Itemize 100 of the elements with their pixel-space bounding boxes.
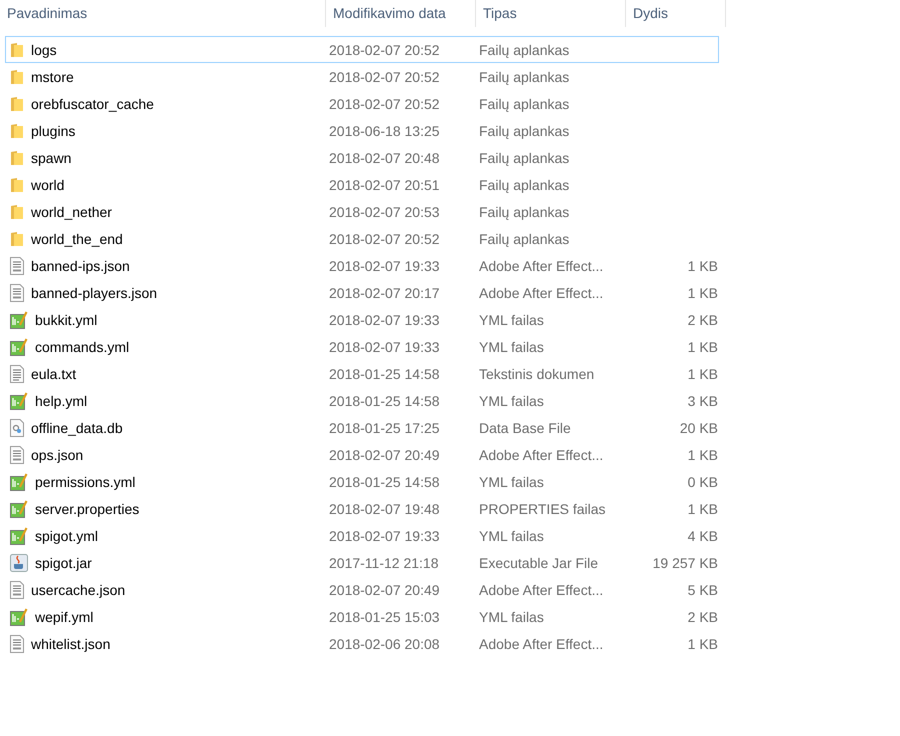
- type-cell-text: Failų aplankas: [478, 42, 570, 58]
- file-row[interactable]: spawn 2018-02-07 20:48 Failų aplankas: [5, 144, 719, 171]
- file-row[interactable]: whitelist.json 2018-02-06 20:08 Adobe After Effect... 1 KB: [5, 630, 719, 657]
- file-name: help.yml: [35, 392, 88, 408]
- json-file-icon: [10, 284, 24, 302]
- file-name: banned-players.json: [31, 284, 158, 300]
- file-row[interactable]: logs 2018-02-07 20:52 Failų aplankas: [5, 36, 719, 63]
- size-cell-text: 1 KB: [686, 258, 718, 274]
- file-row[interactable]: server.properties 2018-02-07 19:48 PROPERTIES failas 1 KB: [5, 495, 719, 522]
- file-name: bukkit.yml: [35, 312, 98, 328]
- file-name: plugins: [31, 122, 76, 138]
- file-row[interactable]: usercache.json 2018-02-07 20:49 Adobe After Effect... 5 KB: [5, 576, 719, 603]
- chart-pencil-file-icon: [10, 392, 28, 410]
- file-name: server.properties: [35, 500, 140, 516]
- column-header[interactable]: Dydis: [626, 0, 726, 27]
- file-row[interactable]: wepif.yml 2018-01-25 15:03 YML failas 2 KB: [5, 603, 719, 630]
- folder-icon: [10, 230, 24, 246]
- file-row[interactable]: mstore 2018-02-07 20:52 Failų aplankas: [5, 63, 719, 90]
- type-cell-text: Adobe After Effect...: [478, 582, 604, 598]
- column-header[interactable]: Tipas: [476, 0, 626, 27]
- json-file-icon: [10, 580, 24, 598]
- size-cell-text: 4 KB: [686, 528, 718, 544]
- type-cell-text: Adobe After Effect...: [478, 258, 604, 274]
- file-row[interactable]: plugins 2018-06-18 13:25 Failų aplankas: [5, 117, 719, 144]
- date-cell-text: 2018-06-18 13:25: [328, 122, 441, 138]
- file-row[interactable]: world_nether 2018-02-07 20:53 Failų aplankas: [5, 198, 719, 225]
- file-row[interactable]: permissions.yml 2018-01-25 14:58 YML failas 0 KB: [5, 468, 719, 495]
- type-cell-text: YML failas: [478, 392, 545, 408]
- file-row[interactable]: help.yml 2018-01-25 14:58 YML failas 3 KB: [5, 387, 719, 414]
- file-row[interactable]: world_the_end 2018-02-07 20:52 Failų aplankas: [5, 225, 719, 252]
- type-cell-text: Failų aplankas: [478, 176, 570, 192]
- json-file-icon: [10, 446, 24, 464]
- type-cell-text: PROPERTIES failas: [478, 500, 607, 516]
- date-cell-text: 2018-02-06 20:08: [328, 636, 441, 652]
- type-cell-text: YML failas: [478, 528, 545, 544]
- file-row[interactable]: eula.txt 2018-01-25 14:58 Tekstinis dokumen 1 KB: [5, 360, 719, 387]
- type-cell-text: Failų aplankas: [478, 230, 570, 246]
- date-cell-text: 2018-01-25 15:03: [328, 608, 441, 624]
- type-cell-text: Failų aplankas: [478, 204, 570, 220]
- json-file-icon: [10, 634, 24, 652]
- date-cell-text: 2018-02-07 20:52: [328, 68, 441, 84]
- size-cell-text: 2 KB: [686, 312, 718, 328]
- date-cell-text: 2018-02-07 20:49: [328, 446, 441, 462]
- file-row[interactable]: world 2018-02-07 20:51 Failų aplankas: [5, 171, 719, 198]
- file-name: whitelist.json: [31, 636, 110, 652]
- file-name: usercache.json: [31, 582, 126, 598]
- type-cell-text: Adobe After Effect...: [478, 636, 604, 652]
- date-cell-text: 2018-02-07 20:17: [328, 284, 441, 300]
- file-name: world: [31, 176, 64, 192]
- size-cell-text: 1 KB: [686, 636, 718, 652]
- file-name: ops.json: [31, 446, 84, 462]
- file-row[interactable]: spigot.jar 2017-11-12 21:18 Executable Jar File 19 257 KB: [5, 549, 719, 576]
- folder-icon: [10, 96, 24, 112]
- size-cell-text: 1 KB: [686, 366, 718, 382]
- column-header[interactable]: Modifikavimo data: [326, 0, 476, 27]
- text-file-icon: [10, 364, 24, 382]
- file-row[interactable]: spigot.yml 2018-02-07 19:33 YML failas 4 KB: [5, 522, 719, 549]
- type-cell-text: Failų aplankas: [478, 96, 570, 112]
- type-cell-text: Executable Jar File: [478, 554, 600, 570]
- file-name: orebfuscator_cache: [31, 96, 154, 112]
- file-name: world_nether: [31, 204, 112, 220]
- file-name: mstore: [31, 68, 74, 84]
- file-name: world_the_end: [31, 230, 123, 246]
- size-cell-text: 1 KB: [686, 500, 718, 516]
- file-row[interactable]: commands.yml 2018-02-07 19:33 YML failas 1 KB: [5, 333, 719, 360]
- date-cell-text: 2018-01-25 14:58: [328, 474, 441, 490]
- type-cell-text: Failų aplankas: [478, 150, 570, 166]
- type-cell-text: YML failas: [478, 338, 545, 354]
- json-file-icon: [10, 256, 24, 274]
- file-row[interactable]: orebfuscator_cache 2018-02-07 20:52 Failų aplankas: [5, 90, 719, 117]
- type-cell-text: Failų aplankas: [478, 68, 570, 84]
- folder-icon: [10, 68, 24, 84]
- date-cell-text: 2018-02-07 20:48: [328, 150, 441, 166]
- file-row[interactable]: offline_data.db 2018-01-25 17:25 Data Base File 20 KB: [5, 414, 719, 441]
- file-name: spawn: [31, 150, 72, 166]
- file-row[interactable]: ops.json 2018-02-07 20:49 Adobe After Effect... 1 KB: [5, 441, 719, 468]
- file-name: eula.txt: [31, 366, 76, 382]
- file-name: offline_data.db: [31, 420, 123, 436]
- type-cell-text: Tekstinis dokumen: [478, 366, 596, 382]
- date-cell-text: 2018-02-07 20:51: [328, 176, 441, 192]
- file-row[interactable]: banned-players.json 2018-02-07 20:17 Adobe After Effect... 1 KB: [5, 279, 719, 306]
- date-cell-text: 2017-11-12 21:18: [328, 554, 440, 570]
- file-row[interactable]: banned-ips.json 2018-02-07 19:33 Adobe After Effect... 1 KB: [5, 252, 719, 279]
- folder-icon: [10, 122, 24, 138]
- type-cell-text: Adobe After Effect...: [478, 446, 604, 462]
- file-name: banned-ips.json: [31, 258, 130, 274]
- date-cell-text: 2018-02-07 19:33: [328, 258, 441, 274]
- date-cell-text: 2018-02-07 19:33: [328, 338, 441, 354]
- type-cell-text: YML failas: [478, 474, 545, 490]
- chart-pencil-file-icon: [10, 526, 28, 544]
- file-name: wepif.yml: [35, 608, 94, 624]
- file-name: spigot.yml: [35, 528, 98, 544]
- file-row[interactable]: bukkit.yml 2018-02-07 19:33 YML failas 2 KB: [5, 306, 719, 333]
- size-cell-text: 20 KB: [678, 420, 718, 436]
- size-cell-text: 1 KB: [686, 446, 718, 462]
- chart-pencil-file-icon: [10, 310, 28, 328]
- column-header[interactable]: Pavadinimas: [0, 0, 326, 27]
- type-cell-text: Failų aplankas: [478, 122, 570, 138]
- date-cell-text: 2018-02-07 20:49: [328, 582, 441, 598]
- date-cell-text: 2018-01-25 17:25: [328, 420, 441, 436]
